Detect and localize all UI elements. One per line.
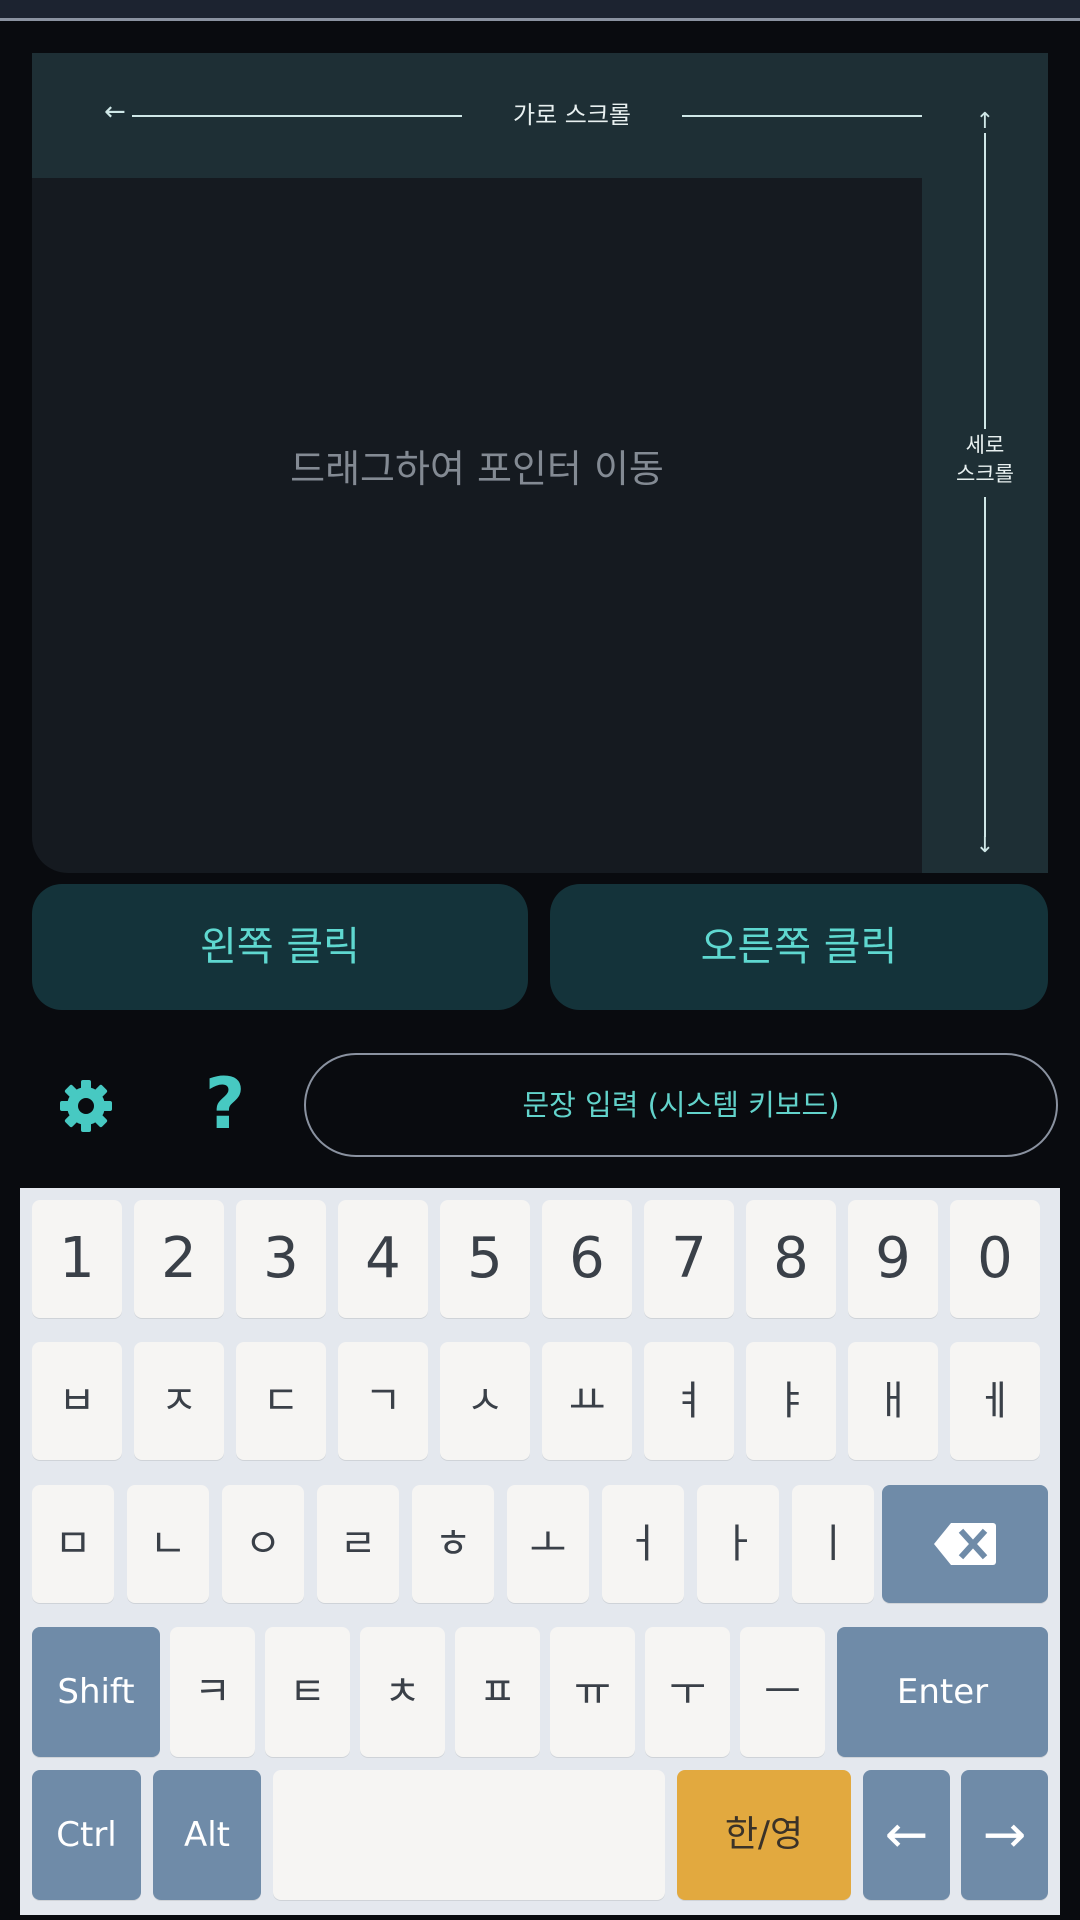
key-1[interactable]: 1 — [32, 1200, 122, 1318]
key-jamo[interactable]: ㅎ — [412, 1485, 494, 1603]
key-7[interactable]: 7 — [644, 1200, 734, 1318]
key-jamo[interactable]: ㅔ — [950, 1342, 1040, 1460]
key-jamo[interactable]: ㅅ — [440, 1342, 530, 1460]
left-arrow-key[interactable]: ← — [863, 1770, 950, 1900]
horizontal-scroll-line — [682, 115, 922, 117]
key-jamo[interactable]: ㅓ — [602, 1485, 684, 1603]
key-jamo[interactable]: ㅋ — [170, 1627, 255, 1757]
key-0[interactable]: 0 — [950, 1200, 1040, 1318]
enter-key[interactable]: Enter — [837, 1627, 1048, 1757]
alt-key[interactable]: Alt — [153, 1770, 261, 1900]
key-jamo[interactable]: ㄹ — [317, 1485, 399, 1603]
key-jamo[interactable]: ㅣ — [792, 1485, 874, 1603]
help-button[interactable]: ? — [200, 1066, 250, 1142]
sentence-input-button[interactable]: 문장 입력 (시스템 키보드) — [304, 1053, 1058, 1157]
shift-key[interactable]: Shift — [32, 1627, 160, 1757]
space-key[interactable] — [273, 1770, 665, 1900]
gear-icon[interactable] — [58, 1078, 114, 1134]
status-bar — [0, 0, 1080, 21]
key-5[interactable]: 5 — [440, 1200, 530, 1318]
key-jamo[interactable]: ㅑ — [746, 1342, 836, 1460]
key-9[interactable]: 9 — [848, 1200, 938, 1318]
key-2[interactable]: 2 — [134, 1200, 224, 1318]
key-jamo[interactable]: ㅐ — [848, 1342, 938, 1460]
key-jamo[interactable]: ㅌ — [265, 1627, 350, 1757]
horizontal-scroll-label: 가로 스크롤 — [462, 95, 682, 135]
key-jamo[interactable]: ㅡ — [740, 1627, 825, 1757]
key-4[interactable]: 4 — [338, 1200, 428, 1318]
key-jamo[interactable]: ㅁ — [32, 1485, 114, 1603]
key-jamo[interactable]: ㅕ — [644, 1342, 734, 1460]
key-3[interactable]: 3 — [236, 1200, 326, 1318]
key-jamo[interactable]: ㅊ — [360, 1627, 445, 1757]
keyboard: 1 2 3 4 5 6 7 8 9 0 ㅂ ㅈ ㄷ ㄱ ㅅ ㅛ ㅕ ㅑ ㅐ ㅔ … — [20, 1188, 1060, 1915]
key-jamo[interactable]: ㄱ — [338, 1342, 428, 1460]
key-jamo[interactable]: ㄴ — [127, 1485, 209, 1603]
key-jamo[interactable]: ㅛ — [542, 1342, 632, 1460]
key-jamo[interactable]: ㅂ — [32, 1342, 122, 1460]
left-click-button[interactable]: 왼쪽 클릭 — [32, 884, 528, 1010]
key-jamo[interactable]: ㅗ — [507, 1485, 589, 1603]
vertical-scroll-line — [984, 497, 986, 837]
lang-toggle-key[interactable]: 한/영 — [677, 1770, 851, 1900]
key-jamo[interactable]: ㄷ — [236, 1342, 326, 1460]
key-6[interactable]: 6 — [542, 1200, 632, 1318]
key-jamo[interactable]: ㅈ — [134, 1342, 224, 1460]
key-jamo[interactable]: ㅜ — [645, 1627, 730, 1757]
ctrl-key[interactable]: Ctrl — [32, 1770, 141, 1900]
up-arrow-icon: ↑ — [975, 109, 995, 134]
backspace-key[interactable] — [882, 1485, 1048, 1603]
horizontal-scroll-line — [132, 115, 462, 117]
key-8[interactable]: 8 — [746, 1200, 836, 1318]
right-click-button[interactable]: 오른쪽 클릭 — [550, 884, 1048, 1010]
touchpad[interactable]: ← 가로 스크롤 ↑ 세로 스크롤 ↓ 드래그하여 포인터 이동 — [32, 53, 1048, 873]
key-jamo[interactable]: ㅇ — [222, 1485, 304, 1603]
key-jamo[interactable]: ㅏ — [697, 1485, 779, 1603]
left-arrow-icon: ← — [104, 97, 126, 127]
horizontal-scroll-strip[interactable]: ← 가로 스크롤 — [32, 53, 1048, 178]
touchpad-hint: 드래그하여 포인터 이동 — [290, 447, 664, 491]
vertical-scroll-line — [984, 133, 986, 429]
key-jamo[interactable]: ㅠ — [550, 1627, 635, 1757]
down-arrow-icon: ↓ — [975, 833, 995, 858]
right-arrow-key[interactable]: → — [961, 1770, 1048, 1900]
backspace-icon — [934, 1523, 996, 1565]
key-jamo[interactable]: ㅍ — [455, 1627, 540, 1757]
